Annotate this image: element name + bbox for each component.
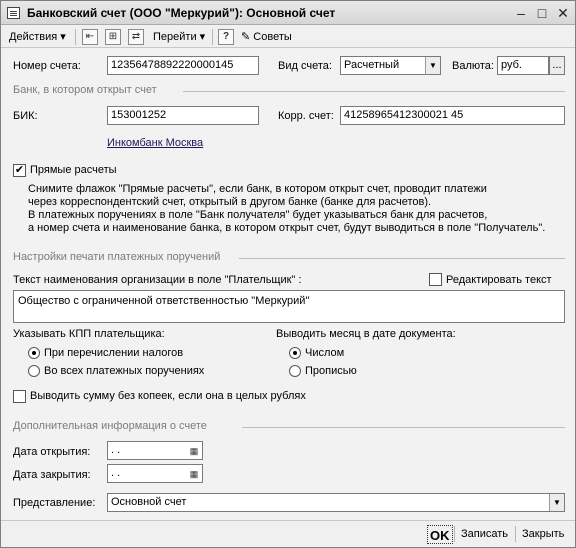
kpp-all-radio[interactable] xyxy=(28,365,40,377)
back-icon[interactable]: ⇤ xyxy=(82,29,98,45)
representation-value: Основной счет xyxy=(111,496,187,508)
toolbar: Действия ▾ ⇤ ⊞ ⇄ Перейти ▾ ? ✎ Советы xyxy=(1,26,575,48)
corr-account-label: Корр. счет: xyxy=(278,110,334,122)
month-words-label: Прописью xyxy=(305,365,357,377)
button-separator xyxy=(515,526,516,542)
note-line: Снимите флажок "Прямые расчеты", если ба… xyxy=(28,183,487,195)
account-number-label: Номер счета: xyxy=(13,60,81,72)
save-button[interactable]: Записать xyxy=(461,525,508,544)
representation-input[interactable]: Основной счет ▼ xyxy=(107,493,565,512)
month-label: Выводить месяц в дате документа: xyxy=(276,328,456,340)
account-type-select[interactable]: Расчетный ▼ xyxy=(340,56,441,75)
close-date-value: . . xyxy=(111,467,121,479)
button-separator xyxy=(454,526,455,542)
close-date-label: Дата закрытия: xyxy=(13,469,91,481)
document-icon xyxy=(7,7,20,19)
print-section-title: Настройки печати платежных поручений xyxy=(13,251,221,263)
goto-menu[interactable]: Перейти ▾ xyxy=(153,28,205,46)
account-type-value: Расчетный xyxy=(344,59,400,71)
corr-account-input[interactable]: 41258965412300021 45 xyxy=(340,106,565,125)
currency-label: Валюта: xyxy=(452,60,494,72)
window-title: Банковский счет (ООО "Меркурий"): Основн… xyxy=(27,6,336,20)
tips-label: Советы xyxy=(253,31,292,43)
no-kopecks-label: Выводить сумму без копеек, если она в це… xyxy=(30,390,306,402)
note-line: а номер счета и наименование банка, в ко… xyxy=(28,222,546,234)
calendar-icon[interactable]: ▦ xyxy=(187,443,201,459)
direct-settlement-checkbox[interactable]: ✔ xyxy=(13,164,26,177)
extra-section-title: Дополнительная информация о счете xyxy=(13,420,207,432)
tips-button[interactable]: ✎ Советы xyxy=(241,28,292,46)
button-bar: OK Записать Закрыть xyxy=(1,520,575,547)
kpp-label: Указывать КПП плательщика: xyxy=(13,328,165,340)
note-line: через корреспондентский счет, открытый в… xyxy=(28,196,432,208)
toolbar-separator xyxy=(212,29,213,45)
edit-text-checkbox[interactable] xyxy=(429,273,442,286)
bank-name-link[interactable]: Инкомбанк Москва xyxy=(107,137,203,149)
direct-settlement-label: Прямые расчеты xyxy=(30,164,117,176)
open-date-label: Дата открытия: xyxy=(13,446,91,458)
section-divider xyxy=(242,427,565,428)
close-date-input[interactable]: . . ▦ xyxy=(107,464,203,483)
chevron-down-icon[interactable]: ▼ xyxy=(425,57,440,74)
kpp-taxes-radio[interactable] xyxy=(28,347,40,359)
account-window: Банковский счет (ООО "Меркурий"): Основн… xyxy=(0,0,576,548)
payer-text-label: Текст наименования организации в поле "П… xyxy=(13,274,302,286)
payer-text-area[interactable]: Общество с ограниченной ответственностью… xyxy=(13,290,565,323)
account-type-label: Вид счета: xyxy=(278,60,332,72)
refresh-icon[interactable]: ⇄ xyxy=(128,29,144,45)
section-divider xyxy=(239,258,565,259)
actions-label: Действия xyxy=(9,31,58,43)
month-number-label: Числом xyxy=(305,347,345,359)
account-number-input[interactable]: 12356478892220000145 xyxy=(107,56,259,75)
structure-icon[interactable]: ⊞ xyxy=(105,29,121,45)
toolbar-separator xyxy=(75,29,76,45)
chevron-down-icon[interactable]: ▼ xyxy=(549,494,564,511)
bik-input[interactable]: 153001252 xyxy=(107,106,259,125)
ok-button[interactable]: OK xyxy=(427,525,453,544)
bank-section-title: Банк, в котором открыт счет xyxy=(13,84,157,96)
help-icon[interactable]: ? xyxy=(218,29,234,45)
close-button[interactable]: Закрыть xyxy=(522,525,564,544)
note-line: В платежных поручениях в поле "Банк полу… xyxy=(28,209,488,221)
maximize-button[interactable]: □ xyxy=(534,5,550,21)
month-words-radio[interactable] xyxy=(289,365,301,377)
representation-label: Представление: xyxy=(13,497,96,509)
currency-select-button[interactable]: ... xyxy=(549,56,565,75)
goto-label: Перейти xyxy=(153,31,197,43)
currency-input[interactable]: руб. xyxy=(497,56,549,75)
title-bar: Банковский счет (ООО "Меркурий"): Основн… xyxy=(1,1,575,25)
bik-label: БИК: xyxy=(13,110,38,122)
direct-settlement-note: Снимите флажок "Прямые расчеты", если ба… xyxy=(28,183,545,235)
kpp-all-label: Во всех платежных поручениях xyxy=(44,365,205,377)
edit-text-label: Редактировать текст xyxy=(446,274,552,286)
close-window-button[interactable]: ✕ xyxy=(555,5,571,21)
month-number-radio[interactable] xyxy=(289,347,301,359)
minimize-button[interactable]: – xyxy=(513,5,529,21)
kpp-taxes-label: При перечислении налогов xyxy=(44,347,184,359)
no-kopecks-checkbox[interactable] xyxy=(13,390,26,403)
open-date-value: . . xyxy=(111,444,121,456)
actions-menu[interactable]: Действия ▾ xyxy=(9,28,66,46)
section-divider xyxy=(183,91,565,92)
calendar-icon[interactable]: ▦ xyxy=(187,466,201,482)
open-date-input[interactable]: . . ▦ xyxy=(107,441,203,460)
